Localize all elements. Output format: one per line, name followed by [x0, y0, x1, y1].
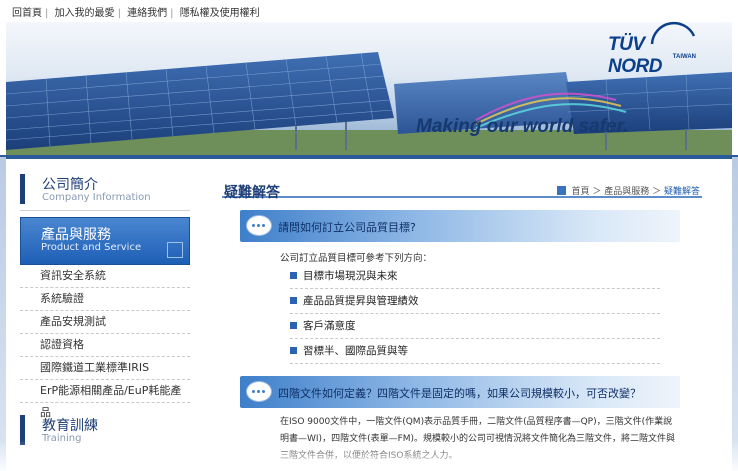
bottom-fade — [0, 440, 738, 471]
section-title: 產品與服務 — [41, 227, 111, 243]
sidebar-item-system-cert[interactable]: 系統驗證 — [20, 288, 190, 311]
page-frame-right — [732, 157, 738, 471]
list-item-text: 產品品質提昇與管理績效 — [303, 295, 419, 307]
banner-divider — [0, 155, 738, 159]
top-links: 回首頁 | 加入我的最愛 | 連絡我們 | 隱私權及使用權利 — [12, 8, 260, 19]
breadcrumb: 首頁 ＞ 產品與服務 ＞ 疑難解答 — [556, 184, 700, 197]
section-subtitle: Company Information — [42, 192, 151, 203]
bullet-square-icon — [290, 272, 297, 279]
breadcrumb-section[interactable]: 產品與服務 — [604, 187, 649, 197]
list-item-text: 目標市場現況與未來 — [303, 270, 398, 282]
breadcrumb-current: 疑難解答 — [663, 187, 700, 197]
main-content: 疑難解答 首頁 ＞ 產品與服務 ＞ 疑難解答 請問如何訂立公司品質目標? 公司訂… — [222, 166, 702, 465]
sidebar-item-iris[interactable]: 國際鐵道工業標準IRIS — [20, 357, 190, 380]
section-marker — [20, 174, 25, 204]
faq-question-text: 四階文件如何定義？四階文件是固定的嗎，如果公司規模較小，可否改變？ — [278, 387, 641, 400]
list-item-text: 客戶滿意度 — [303, 320, 356, 332]
top-utility-bar: 回首頁 | 加入我的最愛 | 連絡我們 | 隱私權及使用權利 — [0, 0, 738, 22]
breadcrumb-home[interactable]: 首頁 — [571, 187, 589, 197]
home-icon — [556, 186, 566, 195]
sidebar-item-accreditation[interactable]: 認證資格 — [20, 334, 190, 357]
top-link-privacy[interactable]: 隱私權及使用權利 — [180, 8, 260, 19]
bullet-square-icon — [290, 322, 297, 329]
banner-tagline: Making our world safer. — [416, 116, 629, 137]
sidebar-item-info-security[interactable]: 資訊安全系統 — [20, 265, 190, 288]
tuv-nord-logo[interactable]: TÜV NORD TAIWAN — [608, 21, 700, 77]
page-frame-left — [0, 157, 6, 471]
list-item-text: 習標半、國際品質與等 — [303, 345, 408, 357]
section-title: 公司簡介 — [42, 177, 98, 193]
speech-bubble-icon — [246, 215, 272, 236]
faq-answer-list: 目標市場現況與未來 產品品質提昇與管理績效 客戶滿意度 習標半、國際品質與等 — [290, 264, 660, 364]
sidebar: 公司簡介 Company Information 產品與服務 Product a… — [20, 166, 190, 449]
list-item: 目標市場現況與未來 — [290, 264, 660, 289]
faq-question-2[interactable]: 四階文件如何定義？四階文件是固定的嗎，如果公司規模較小，可否改變？ — [240, 376, 680, 408]
top-link-contact[interactable]: 連絡我們 — [127, 8, 167, 19]
bullet-square-icon — [290, 347, 297, 354]
list-item: 客戶滿意度 — [290, 314, 660, 339]
sidebar-item-product-safety[interactable]: 產品安規測試 — [20, 311, 190, 334]
faq-question-text: 請問如何訂立公司品質目標? — [278, 221, 416, 234]
section-subtitle: Product and Service — [41, 242, 142, 253]
list-item: 產品品質提昇與管理績效 — [290, 289, 660, 314]
speech-bubble-icon — [246, 381, 272, 402]
sidebar-item-erp-eup[interactable]: ErP能源相關產品/EuP耗能產品 — [20, 380, 190, 419]
top-link-home[interactable]: 回首頁 — [12, 8, 42, 19]
sidebar-section-company[interactable]: 公司簡介 Company Information — [20, 166, 190, 211]
bullet-square-icon — [290, 297, 297, 304]
section-deco-icon — [167, 242, 183, 258]
section-title: 教育訓練 — [42, 418, 98, 434]
faq-answer-intro: 公司訂立品質目標可參考下列方向： — [280, 253, 433, 264]
logo-subtitle: TAIWAN — [672, 54, 696, 60]
top-link-favorite[interactable]: 加入我的最愛 — [55, 8, 115, 19]
faq-question-1[interactable]: 請問如何訂立公司品質目標? — [240, 210, 680, 242]
page-title: 疑難解答 — [224, 185, 280, 201]
page-title-bar: 疑難解答 首頁 ＞ 產品與服務 ＞ 疑難解答 — [222, 166, 702, 201]
sidebar-section-products[interactable]: 產品與服務 Product and Service — [20, 217, 190, 265]
list-item: 習標半、國際品質與等 — [290, 339, 660, 364]
